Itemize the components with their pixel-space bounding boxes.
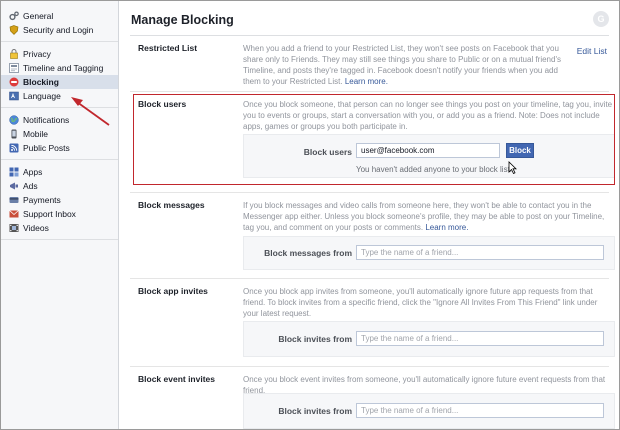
language-icon — [9, 91, 19, 101]
sidebar-item-label: Timeline and Tagging — [23, 63, 104, 73]
block-app-invites-field-label: Block invites from — [278, 334, 352, 344]
sidebar-item-payments[interactable]: Payments — [1, 193, 118, 207]
restricted-list-section: Restricted List When you add a friend to… — [130, 36, 609, 92]
sidebar-item-videos[interactable]: Videos — [1, 221, 118, 235]
description-text: When you add a friend to your Restricted… — [243, 44, 561, 86]
sidebar-group: Notifications Mobile Public Posts — [1, 108, 118, 160]
block-event-invites-field-label: Block invites from — [278, 406, 352, 416]
block-users-field-label: Block users — [303, 147, 352, 157]
gears-icon — [9, 11, 19, 21]
section-label: Block messages — [138, 200, 205, 210]
watermark-logo: G — [593, 11, 609, 27]
apps-icon — [9, 167, 19, 177]
block-event-invites-section: Block event invites Once you block event… — [130, 367, 615, 429]
sidebar-item-notifications[interactable]: Notifications — [1, 113, 118, 127]
sidebar-item-label: Public Posts — [23, 143, 70, 153]
globe-icon — [9, 115, 19, 125]
block-app-invites-form: Block invites from — [243, 321, 615, 357]
browser-frame: General Security and Login Privacy Timeline… — [0, 0, 620, 430]
sidebar-item-label: Blocking — [23, 77, 59, 87]
shield-icon — [9, 25, 19, 35]
videos-icon — [9, 223, 19, 233]
mobile-icon — [9, 129, 19, 139]
section-label: Block users — [138, 99, 187, 109]
block-list-empty-hint: You haven't added anyone to your block l… — [356, 165, 513, 174]
payments-icon — [9, 195, 19, 205]
section-label: Block event invites — [138, 374, 216, 384]
sidebar-item-label: Language — [23, 91, 61, 101]
sidebar-item-apps[interactable]: Apps — [1, 165, 118, 179]
block-messages-field-label: Block messages from — [264, 248, 352, 258]
rss-icon — [9, 143, 19, 153]
sidebar-item-ads[interactable]: Ads — [1, 179, 118, 193]
block-event-invites-input[interactable] — [356, 403, 604, 418]
page-title: Manage Blocking — [131, 13, 234, 27]
sidebar-item-mobile[interactable]: Mobile — [1, 127, 118, 141]
edit-list-link[interactable]: Edit List — [577, 46, 607, 56]
sidebar-group: General Security and Login — [1, 1, 118, 42]
sidebar-item-label: Privacy — [23, 49, 51, 59]
block-messages-form: Block messages from — [243, 236, 615, 270]
block-messages-input[interactable] — [356, 245, 604, 260]
section-description: If you block messages and video calls fr… — [243, 200, 615, 233]
support-icon — [9, 209, 19, 219]
learn-more-link[interactable]: Learn more. — [345, 77, 388, 86]
sidebar-item-label: Videos — [23, 223, 49, 233]
mouse-cursor-icon — [508, 161, 517, 174]
block-icon — [9, 77, 19, 87]
main-content: Manage Blocking G Restricted List When y… — [120, 1, 619, 429]
block-app-invites-input[interactable] — [356, 331, 604, 346]
block-button[interactable]: Block — [506, 143, 534, 158]
sidebar-item-label: Payments — [23, 195, 61, 205]
section-description: Once you block someone, that person can … — [243, 100, 613, 131]
block-event-invites-form: Block invites from — [243, 393, 615, 429]
description-text: If you block messages and video calls fr… — [243, 201, 605, 232]
sidebar-item-privacy[interactable]: Privacy — [1, 47, 118, 61]
sidebar-item-general[interactable]: General — [1, 9, 118, 23]
timeline-icon — [9, 63, 19, 73]
block-users-form: Block users Block You haven't added anyo… — [243, 134, 615, 178]
sidebar-item-security-and-login[interactable]: Security and Login — [1, 23, 118, 37]
sidebar-item-language[interactable]: Language — [1, 89, 118, 103]
sidebar-item-support-inbox[interactable]: Support Inbox — [1, 207, 118, 221]
sidebar-item-blocking[interactable]: Blocking — [1, 75, 118, 89]
block-users-input[interactable] — [356, 143, 500, 158]
sidebar-item-timeline-and-tagging[interactable]: Timeline and Tagging — [1, 61, 118, 75]
section-label: Block app invites — [138, 286, 208, 296]
sidebar-group: Privacy Timeline and Tagging Blocking Langu… — [1, 42, 118, 108]
ads-icon — [9, 181, 19, 191]
settings-sidebar: General Security and Login Privacy Timeline… — [1, 1, 119, 429]
sidebar-item-label: Mobile — [23, 129, 49, 139]
section-description: Once you block app invites from someone,… — [243, 287, 598, 318]
sidebar-item-label: Ads — [23, 181, 38, 191]
learn-more-link[interactable]: Learn more. — [425, 223, 468, 232]
sidebar-item-label: Apps — [23, 167, 43, 177]
sidebar-item-public-posts[interactable]: Public Posts — [1, 141, 118, 155]
section-description: When you add a friend to your Restricted… — [243, 43, 563, 87]
sidebar-item-label: Support Inbox — [23, 209, 76, 219]
section-label: Restricted List — [138, 43, 198, 53]
lock-icon — [9, 49, 19, 59]
sidebar-item-label: Notifications — [23, 115, 70, 125]
sidebar-item-label: Security and Login — [23, 25, 94, 35]
sidebar-item-label: General — [23, 11, 54, 21]
block-users-section: Block users Once you block someone, that… — [130, 92, 615, 193]
block-messages-section: Block messages If you block messages and… — [130, 193, 615, 279]
sidebar-group: Apps Ads Payments Support Inbox Videos — [1, 160, 118, 240]
block-app-invites-section: Block app invites Once you block app inv… — [130, 279, 615, 367]
